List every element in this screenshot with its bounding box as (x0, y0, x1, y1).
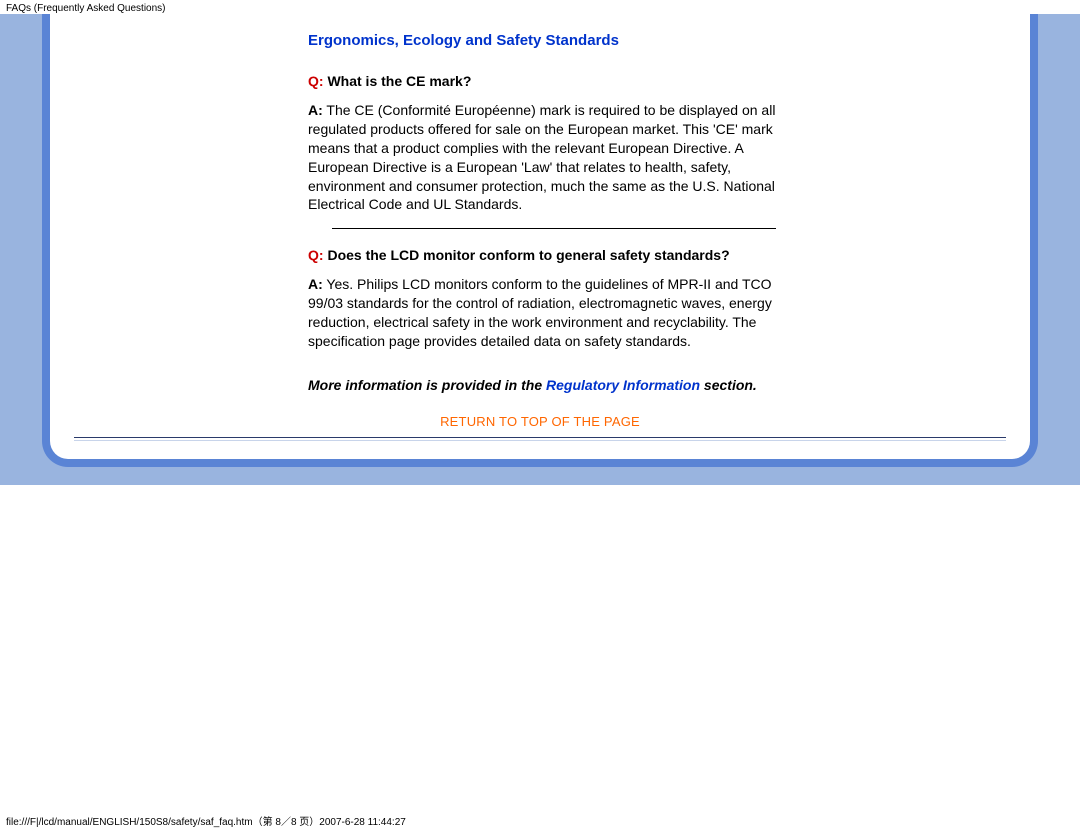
more-info-line: More information is provided in the Regu… (308, 377, 1020, 393)
qa-separator (332, 228, 776, 229)
divider-dark (74, 437, 1006, 438)
question-text: What is the CE mark? (324, 73, 472, 89)
answer-prefix: A: (308, 102, 323, 118)
question-1: Q: What is the CE mark? (308, 73, 800, 89)
question-text: Does the LCD monitor conform to general … (324, 247, 730, 263)
question-prefix: Q: (308, 247, 324, 263)
question-2: Q: Does the LCD monitor conform to gener… (308, 247, 800, 263)
answer-prefix: A: (308, 276, 323, 292)
answer-text: The CE (Conformité Européenne) mark is r… (308, 102, 775, 212)
answer-text: Yes. Philips LCD monitors conform to the… (308, 276, 772, 349)
divider-light (74, 440, 1006, 441)
footer-path: file:///F|/lcd/manual/ENGLISH/150S8/safe… (6, 813, 406, 828)
content-panel: Ergonomics, Ecology and Safety Standards… (42, 14, 1038, 467)
faq-item-2: Q: Does the LCD monitor conform to gener… (308, 247, 800, 351)
background-region: Ergonomics, Ecology and Safety Standards… (0, 14, 1080, 485)
return-link-container: RETURN TO TOP OF THE PAGE (60, 413, 1020, 429)
page-header: FAQs (Frequently Asked Questions) (0, 0, 1080, 14)
answer-2: A: Yes. Philips LCD monitors conform to … (308, 275, 800, 351)
faq-item-1: Q: What is the CE mark? A: The CE (Confo… (308, 73, 800, 229)
question-prefix: Q: (308, 73, 324, 89)
more-info-suffix: section. (700, 377, 757, 393)
answer-1: A: The CE (Conformité Européenne) mark i… (308, 101, 800, 214)
section-title: Ergonomics, Ecology and Safety Standards (60, 24, 1020, 55)
return-to-top-link[interactable]: RETURN TO TOP OF THE PAGE (440, 414, 640, 429)
regulatory-information-link[interactable]: Regulatory Information (546, 377, 700, 393)
more-info-prefix: More information is provided in the (308, 377, 546, 393)
